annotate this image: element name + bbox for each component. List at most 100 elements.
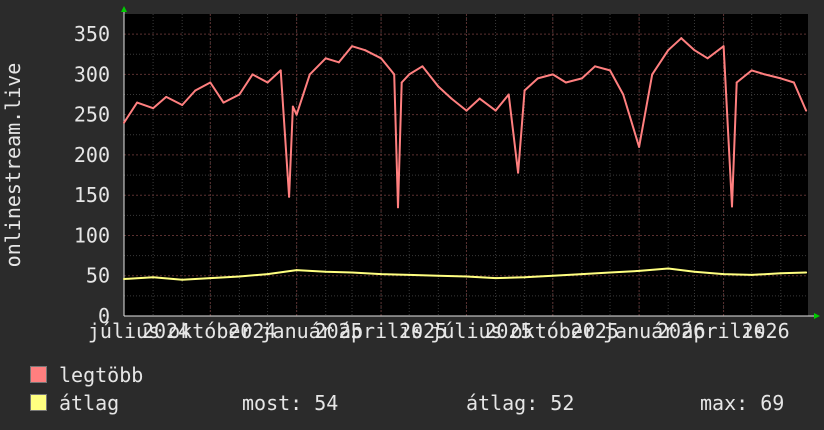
data-point <box>295 269 298 272</box>
data-point <box>152 107 155 110</box>
data-point <box>181 278 184 281</box>
data-point <box>393 73 396 76</box>
data-point <box>295 113 298 116</box>
data-point <box>517 171 520 174</box>
data-point <box>609 271 612 274</box>
x-axis-arrow <box>814 313 820 319</box>
data-point <box>123 121 125 124</box>
y-tick-label: 100 <box>74 223 110 247</box>
data-point <box>805 271 808 274</box>
y-axis-label: onlinestream.live <box>1 63 25 268</box>
data-point <box>238 275 241 278</box>
data-point <box>337 61 340 64</box>
data-point <box>209 81 212 84</box>
data-point <box>693 49 696 52</box>
data-point <box>551 73 554 76</box>
stat-max: max: 69 <box>700 391 785 415</box>
data-point <box>136 101 139 104</box>
y-tick-label: 250 <box>74 103 110 127</box>
data-point <box>222 101 225 104</box>
data-point <box>750 273 753 276</box>
data-point <box>507 93 510 96</box>
data-point <box>279 69 282 72</box>
data-point <box>380 273 383 276</box>
y-tick-label: 50 <box>86 264 110 288</box>
data-point <box>638 269 641 272</box>
data-point <box>437 274 440 277</box>
data-point <box>551 274 554 277</box>
data-point <box>693 270 696 273</box>
legend-item-max: legtöbb <box>30 363 143 387</box>
y-tick-label: 300 <box>74 62 110 86</box>
data-point <box>638 145 641 148</box>
legend-item-avg: átlag <box>30 391 119 415</box>
data-point <box>308 73 311 76</box>
data-point <box>351 45 353 48</box>
data-point <box>288 195 291 198</box>
data-point <box>651 73 654 76</box>
legend-swatch-max <box>30 366 47 383</box>
data-point <box>580 77 583 80</box>
stat-average: átlag: 52 <box>466 391 575 415</box>
data-point <box>706 57 709 60</box>
y-tick-label: 350 <box>74 22 110 46</box>
data-point <box>609 69 612 72</box>
data-point <box>266 81 269 84</box>
data-point <box>465 275 468 278</box>
data-point <box>792 81 795 84</box>
data-point <box>667 49 670 52</box>
data-point <box>450 97 453 100</box>
stat-now: most: 54 <box>242 391 339 415</box>
data-point <box>324 270 327 273</box>
data-point <box>251 73 254 76</box>
data-point <box>194 89 197 92</box>
data-point <box>680 37 683 40</box>
data-point <box>408 273 411 276</box>
data-point <box>622 93 625 96</box>
data-point <box>722 273 725 276</box>
legend-label-max: legtöbb <box>59 363 144 387</box>
data-point <box>536 77 539 80</box>
data-point <box>421 65 424 68</box>
data-point <box>181 104 184 107</box>
data-point <box>779 272 782 275</box>
data-point <box>266 273 269 276</box>
data-point <box>779 77 782 80</box>
data-point <box>523 276 526 279</box>
data-point <box>351 271 353 274</box>
data-point <box>364 49 367 52</box>
data-point <box>396 206 399 209</box>
data-point <box>437 85 440 88</box>
data-point <box>408 73 411 76</box>
data-point <box>238 93 241 96</box>
data-point <box>123 277 125 280</box>
data-point <box>750 69 753 72</box>
data-point <box>324 57 327 60</box>
data-point <box>594 65 597 68</box>
data-point <box>152 276 155 279</box>
data-point <box>805 109 808 112</box>
data-point <box>478 97 481 100</box>
data-point <box>722 45 725 48</box>
legend-swatch-avg <box>30 394 47 411</box>
x-tick-label-year: 2026 <box>741 319 789 343</box>
data-point <box>731 205 733 208</box>
data-point <box>523 89 526 92</box>
data-point <box>494 277 497 280</box>
y-axis-arrow <box>121 6 127 12</box>
data-point <box>165 95 168 98</box>
data-point <box>380 57 383 60</box>
data-point <box>400 81 403 84</box>
y-tick-label: 200 <box>74 143 110 167</box>
y-tick-label: 150 <box>74 183 110 207</box>
data-point <box>735 81 738 84</box>
data-point <box>465 109 468 112</box>
data-point <box>209 277 212 280</box>
data-point <box>564 81 567 84</box>
data-point <box>580 273 583 276</box>
data-point <box>291 105 294 108</box>
data-point <box>763 73 766 76</box>
data-point <box>494 109 497 112</box>
legend-label-avg: átlag <box>59 391 120 415</box>
data-point <box>667 267 670 270</box>
